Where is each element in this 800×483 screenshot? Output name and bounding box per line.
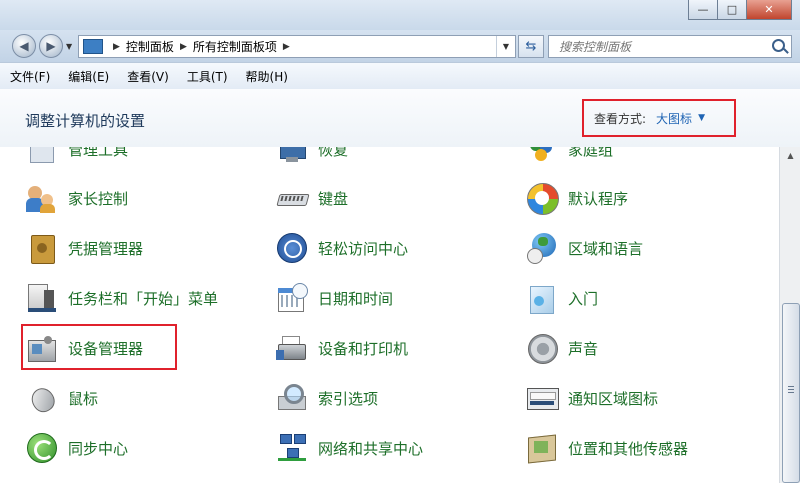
menu-edit[interactable]: 编辑(E) (58, 68, 117, 85)
notification-area-icon (526, 382, 559, 414)
breadcrumb-control-panel[interactable]: 控制面板 (126, 38, 174, 55)
grip-icon (788, 386, 794, 395)
item-admin-tools[interactable]: 管理工具 (26, 147, 128, 169)
back-arrow-icon: ◀ (19, 39, 29, 53)
credential-manager-icon (26, 232, 58, 264)
scrollbar-thumb[interactable] (782, 303, 800, 483)
breadcrumb-chevron-icon[interactable]: ▶ (283, 42, 290, 52)
vertical-scrollbar[interactable]: ▲ (779, 147, 800, 483)
menu-file[interactable]: 文件(F) (0, 68, 58, 85)
device-manager-highlight (21, 324, 177, 370)
forward-button[interactable]: ▶ (39, 34, 63, 58)
refresh-button[interactable]: ⇆ (518, 35, 544, 58)
title-bar: — □ ✕ (0, 0, 800, 30)
address-dropdown-button[interactable]: ▼ (496, 36, 515, 57)
forward-arrow-icon: ▶ (46, 39, 56, 53)
calendar-clock-icon (276, 282, 308, 314)
menu-view[interactable]: 查看(V) (117, 68, 177, 85)
item-taskbar-start-menu[interactable]: 任务栏和「开始」菜单 (26, 278, 218, 318)
search-icon[interactable] (772, 39, 785, 52)
mouse-icon (26, 382, 59, 416)
control-panel-icon (83, 39, 103, 54)
minimize-button[interactable]: — (688, 0, 718, 20)
breadcrumb: ▶ 控制面板 ▶ 所有控制面板项 ▶ (107, 38, 296, 55)
address-toolbar: ◀ ▶ ▼ ▶ 控制面板 ▶ 所有控制面板项 ▶ ▼ ⇆ (0, 30, 800, 62)
refresh-icon: ⇆ (525, 39, 537, 54)
item-default-programs[interactable]: 默认程序 (526, 178, 628, 218)
address-bar[interactable]: ▶ 控制面板 ▶ 所有控制面板项 ▶ ▼ (78, 35, 516, 58)
item-devices-printers[interactable]: 设备和打印机 (276, 328, 408, 368)
item-location-sensors[interactable]: 位置和其他传感器 (526, 428, 688, 468)
item-recovery[interactable]: 恢复 (276, 147, 348, 169)
close-button[interactable]: ✕ (747, 0, 792, 20)
homegroup-icon (526, 147, 558, 165)
item-sync-center[interactable]: 同步中心 (26, 428, 128, 468)
parental-controls-icon (26, 182, 58, 214)
item-notification-area-icons[interactable]: 通知区域图标 (526, 378, 658, 418)
menu-help[interactable]: 帮助(H) (236, 68, 296, 85)
scroll-up-arrow-icon[interactable]: ▲ (780, 147, 800, 164)
admin-tools-icon (26, 147, 58, 165)
item-sound[interactable]: 声音 (526, 328, 598, 368)
search-box[interactable] (548, 35, 792, 58)
ease-of-access-icon (276, 232, 308, 264)
dropdown-arrow-icon[interactable]: ▼ (698, 113, 705, 123)
speaker-icon (526, 332, 558, 364)
item-date-time[interactable]: 日期和时间 (276, 278, 393, 318)
item-region-language[interactable]: 区域和语言 (526, 228, 643, 268)
sync-center-icon (26, 432, 58, 464)
indexing-magnifier-icon (276, 382, 308, 414)
item-network-sharing[interactable]: 网络和共享中心 (276, 428, 423, 468)
item-ease-of-access[interactable]: 轻松访问中心 (276, 228, 408, 268)
page-header: 调整计算机的设置 查看方式: 大图标 ▼ (0, 89, 800, 148)
menu-bar: 文件(F) 编辑(E) 查看(V) 工具(T) 帮助(H) (0, 62, 800, 90)
item-getting-started[interactable]: 入门 (526, 278, 598, 318)
item-indexing-options[interactable]: 索引选项 (276, 378, 378, 418)
recent-pages-dropdown[interactable]: ▼ (66, 42, 72, 51)
page-title: 调整计算机的设置 (25, 112, 146, 130)
globe-clock-icon (526, 232, 558, 264)
keyboard-icon (276, 182, 310, 214)
breadcrumb-all-items[interactable]: 所有控制面板项 (193, 38, 277, 55)
menu-tools[interactable]: 工具(T) (177, 68, 236, 85)
maximize-button[interactable]: □ (718, 0, 747, 20)
item-homegroup[interactable]: 家庭组 (526, 147, 613, 169)
taskbar-icon (26, 282, 58, 314)
breadcrumb-chevron-icon[interactable]: ▶ (180, 42, 187, 52)
item-keyboard[interactable]: 键盘 (276, 178, 348, 218)
view-by-dropdown[interactable]: 大图标 (656, 110, 692, 127)
getting-started-icon (526, 282, 558, 314)
location-sensor-icon (526, 432, 558, 464)
view-by-selector: 查看方式: 大图标 ▼ (582, 99, 736, 137)
back-button[interactable]: ◀ (12, 34, 36, 58)
item-mouse[interactable]: 鼠标 (26, 378, 98, 418)
network-icon (276, 432, 308, 464)
default-programs-icon (526, 182, 559, 215)
recovery-icon (276, 147, 308, 165)
item-credential-manager[interactable]: 凭据管理器 (26, 228, 143, 268)
search-input[interactable] (557, 38, 771, 55)
control-panel-items: 管理工具 恢复 家庭组 家长控制 键盘 默认程序 凭据管理器 轻松访问中心 区域… (0, 147, 779, 483)
item-parental-controls[interactable]: 家长控制 (26, 178, 128, 218)
view-by-label: 查看方式: (594, 111, 647, 126)
window-controls: — □ ✕ (688, 0, 792, 20)
breadcrumb-chevron-icon[interactable]: ▶ (113, 42, 120, 52)
printer-icon (276, 332, 308, 364)
